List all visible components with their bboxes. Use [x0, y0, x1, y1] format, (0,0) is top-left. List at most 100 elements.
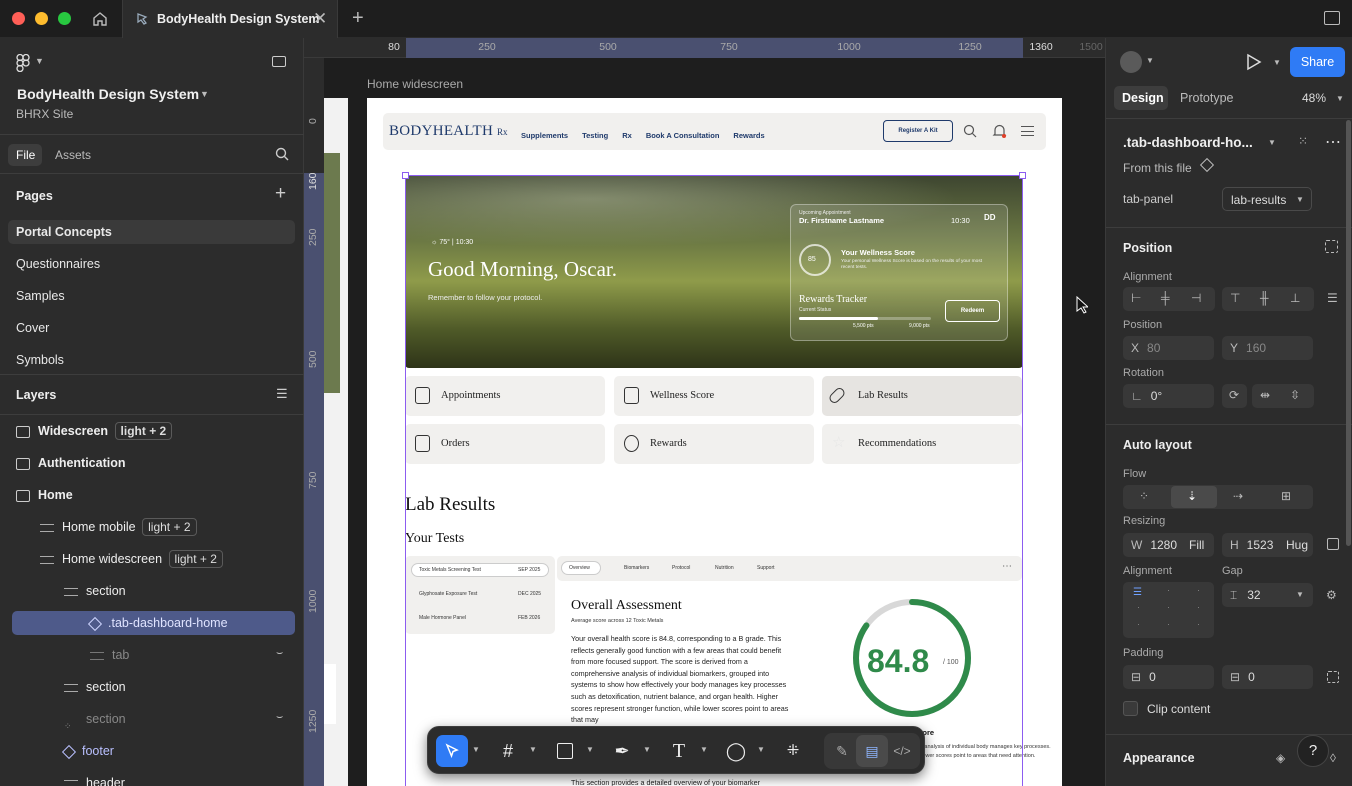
fill-drop-icon[interactable]: ◊ [1330, 751, 1336, 765]
layer-section[interactable]: section [64, 675, 126, 699]
advanced-layout-icon[interactable]: ⚙ [1326, 588, 1337, 602]
chevron-down-icon[interactable]: ▼ [472, 745, 480, 754]
flow-freeform-icon[interactable]: ⁘ [1139, 489, 1149, 503]
rectangle-tool[interactable] [549, 735, 581, 767]
property-select[interactable]: lab-results ▼ [1222, 187, 1312, 211]
layer-home-mobile[interactable]: Home mobile light + 2 [40, 515, 197, 539]
move-tool[interactable] [436, 735, 468, 767]
actions-tool[interactable]: ⁜ [777, 735, 809, 767]
layer-footer[interactable]: footer [61, 739, 114, 763]
tab-design[interactable]: Design [1114, 86, 1168, 110]
width-input[interactable]: W 1280 Fill [1123, 533, 1214, 557]
design-mode-icon[interactable]: ▤ [856, 735, 888, 767]
height-input[interactable]: H 1523 Hug [1222, 533, 1313, 557]
project-menu-chevron-icon[interactable]: ▼ [200, 89, 209, 99]
file-tab[interactable]: BodyHealth Design System ✕ [122, 0, 338, 38]
home-widescreen-frame[interactable]: BODYHEALTH Rx Supplements Testing Rx Book A… [367, 98, 1062, 786]
flip-horizontal-icon[interactable]: ⇹ [1260, 388, 1270, 402]
new-tab-icon[interactable]: + [352, 7, 364, 30]
align-top-icon[interactable]: ⊤ [1230, 291, 1240, 305]
layer-home-widescreen[interactable]: Home widescreen light + 2 [40, 547, 223, 571]
y-input[interactable]: Y 160 [1222, 336, 1313, 360]
x-input[interactable]: X 80 [1123, 336, 1214, 360]
flow-vertical-icon[interactable]: ⇣ [1187, 489, 1197, 503]
nav-rewards[interactable]: Rewards [733, 131, 764, 140]
chevron-down-icon[interactable]: ▼ [1273, 58, 1281, 67]
hamburger-menu-icon[interactable] [1021, 126, 1034, 136]
page-item-questionnaires[interactable]: Questionnaires [16, 257, 100, 271]
align-left-icon[interactable]: ⊢ [1131, 291, 1141, 305]
chevron-down-icon[interactable]: ▼ [1336, 94, 1344, 103]
site-logo[interactable]: BODYHEALTH [389, 123, 493, 140]
rotation-input[interactable]: ∟ 0° [1123, 384, 1214, 408]
selection-handle[interactable] [1019, 172, 1026, 179]
component-diamond-icon[interactable] [1199, 157, 1215, 173]
layer-tab-dashboard-home[interactable]: .tab-dashboard-home [87, 611, 228, 635]
page-item-cover[interactable]: Cover [16, 321, 49, 335]
chevron-down-icon[interactable]: ▼ [643, 745, 651, 754]
align-center-icon[interactable]: ╪ [1161, 291, 1170, 305]
align-bottom-icon[interactable]: ⊥ [1290, 291, 1300, 305]
align-right-icon[interactable]: ⊣ [1191, 291, 1201, 305]
panel-toggle-icon[interactable] [1324, 11, 1340, 25]
variable-mode-icon[interactable]: ◈ [1276, 751, 1285, 765]
clip-content-checkbox[interactable] [1123, 701, 1138, 716]
present-play-icon[interactable] [1246, 53, 1262, 71]
flow-horizontal-icon[interactable]: ⇢ [1233, 489, 1243, 503]
layer-tab[interactable]: tab [90, 643, 129, 667]
layers-options-icon[interactable]: ☰ [276, 386, 288, 402]
rotate-90-button[interactable]: ⟳ [1222, 384, 1247, 408]
tab-file[interactable]: File [8, 144, 42, 166]
chevron-down-icon[interactable]: ▼ [700, 745, 708, 754]
chevron-down-icon[interactable]: ▼ [1268, 138, 1276, 147]
figma-menu-icon[interactable] [16, 53, 30, 77]
nav-supplements[interactable]: Supplements [521, 131, 568, 140]
layer-authentication[interactable]: Authentication [16, 451, 126, 475]
more-icon[interactable]: ⋯ [1325, 132, 1341, 152]
text-tool[interactable]: T [663, 735, 695, 767]
site-search-icon[interactable] [963, 124, 978, 139]
hidden-eye-icon[interactable]: ⌣ [276, 647, 283, 660]
page-item-portal-concepts[interactable]: Portal Concepts [16, 225, 112, 239]
chevron-down-icon[interactable]: ▼ [1146, 56, 1154, 65]
search-icon[interactable] [275, 147, 290, 162]
nav-testing[interactable]: Testing [582, 131, 608, 140]
hidden-eye-icon[interactable]: ⌣ [276, 711, 283, 724]
minimize-window-button[interactable] [35, 12, 48, 25]
share-button[interactable]: Share [1290, 47, 1345, 77]
register-kit-button[interactable]: Register A Kit [883, 120, 953, 142]
sidebar-toggle-icon[interactable] [272, 56, 286, 67]
scrollbar[interactable] [1346, 120, 1351, 546]
distribute-icon[interactable]: ☰ [1327, 291, 1338, 305]
zoom-level[interactable]: 48% [1302, 91, 1326, 105]
page-item-symbols[interactable]: Symbols [16, 353, 64, 367]
tab-assets[interactable]: Assets [55, 148, 91, 162]
layer-home[interactable]: Home [16, 483, 73, 507]
dev-mode-icon[interactable]: </> [886, 735, 918, 767]
align-middle-icon[interactable]: ╫ [1260, 291, 1269, 305]
comment-tool[interactable]: ◯ [720, 735, 752, 767]
vertical-padding-input[interactable]: ⊟ 0 [1222, 665, 1313, 689]
close-tab-icon[interactable]: ✕ [313, 9, 327, 29]
chevron-down-icon[interactable]: ▼ [757, 745, 765, 754]
chevron-down-icon[interactable]: ▼ [35, 56, 44, 66]
home-icon[interactable] [92, 11, 108, 30]
pen-tool[interactable]: ✒ [606, 735, 638, 767]
project-name[interactable]: BodyHealth Design System [17, 86, 199, 102]
layer-section-hidden[interactable]: ⁘ section [64, 707, 126, 731]
flip-vertical-icon[interactable]: ⇳ [1290, 388, 1300, 402]
page-item-samples[interactable]: Samples [16, 289, 65, 303]
individual-padding-icon[interactable] [1327, 671, 1339, 683]
avatar[interactable] [1120, 51, 1142, 73]
flow-grid-icon[interactable]: ⊞ [1281, 489, 1291, 503]
layer-widescreen[interactable]: Widescreen light + 2 [16, 419, 173, 443]
gap-input[interactable]: ⌶ 32 ▼ [1222, 583, 1313, 607]
selection-handle[interactable] [402, 172, 409, 179]
layer-section[interactable]: section [64, 579, 126, 603]
zoom-window-button[interactable] [58, 12, 71, 25]
canvas[interactable]: 80 250 500 750 1000 1250 1360 1500 0 160… [304, 38, 1105, 786]
draw-mode-icon[interactable]: ✎ [826, 735, 858, 767]
chevron-down-icon[interactable]: ▼ [529, 745, 537, 754]
constraints-icon[interactable] [1325, 240, 1338, 253]
horizontal-padding-input[interactable]: ⊟ 0 [1123, 665, 1214, 689]
